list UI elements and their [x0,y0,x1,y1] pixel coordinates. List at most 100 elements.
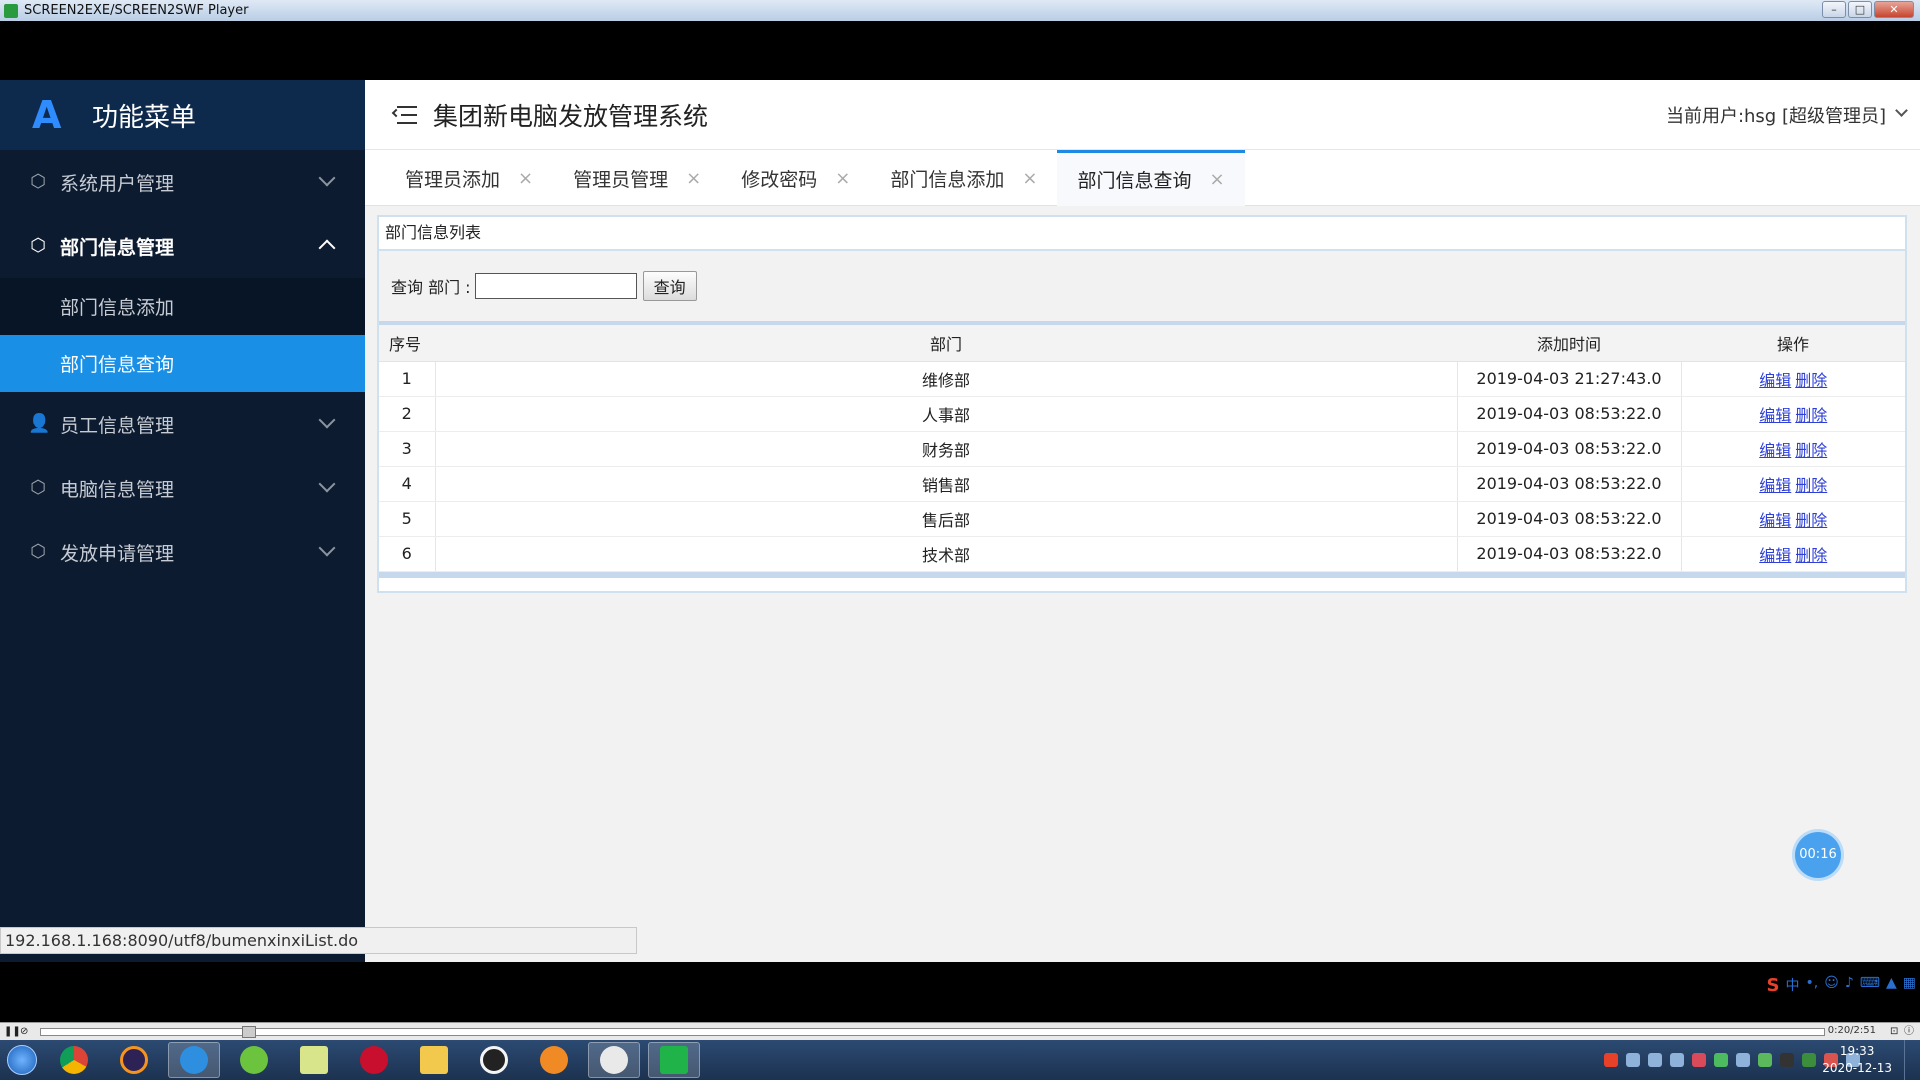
tab-change-password[interactable]: 修改密码 × [721,150,870,206]
tray-battery-icon[interactable] [1802,1053,1816,1067]
tray-qq-icon[interactable] [1780,1053,1794,1067]
player-title: SCREEN2EXE/SCREEN2SWF Player [24,3,249,18]
sidebar-item-label: 部门信息查询 [60,354,175,376]
edit-link[interactable]: 编辑 [1759,441,1791,460]
close-icon[interactable]: × [835,168,850,189]
ime-keyboard-icon[interactable]: ⌨ [1860,975,1880,996]
maximize-button[interactable]: □ [1848,1,1872,18]
speaker-icon [540,1046,568,1074]
taskbar-chrome[interactable] [48,1042,100,1078]
tray-sogou-icon[interactable] [1604,1053,1618,1067]
show-desktop-button[interactable] [1904,1040,1920,1080]
table-row: 6 技术部 2019-04-03 08:53:22.0 编辑 删除 [379,536,1905,572]
status-bar-url: 192.168.1.168:8090/utf8/bumenxinxiList.d… [0,927,637,954]
nav-group-label: 发放申请管理 [60,542,175,565]
tab-department-add[interactable]: 部门信息添加 × [870,150,1057,206]
tab-department-query[interactable]: 部门信息查询 × [1057,150,1245,206]
seek-track[interactable] [40,1028,1825,1036]
menu-toggle-icon[interactable] [391,105,419,125]
department-list-panel: 部门信息列表 查询 部门 : 查询 序号 部门 添加时间 操作 1 维修部 2019… [377,215,1907,593]
ime-mic-icon[interactable]: ♪ [1845,975,1854,996]
tab-admin-add[interactable]: 管理员添加 × [385,150,553,206]
sidebar-item-department-query[interactable]: 部门信息查询 [0,335,365,392]
stop-icon[interactable]: ⊘ [20,1026,32,1038]
close-icon[interactable]: × [1022,168,1037,189]
nav-group-distribution[interactable]: ⬡ 发放申请管理 [0,520,365,584]
flash-icon [360,1046,388,1074]
edit-link[interactable]: 编辑 [1759,546,1791,565]
close-icon[interactable]: × [1209,169,1224,190]
recorder-icon [660,1046,688,1074]
taskbar-flash[interactable] [348,1042,400,1078]
seek-thumb[interactable] [241,1026,256,1038]
panel-title: 部门信息列表 [379,217,1905,251]
player-app-icon [4,3,18,18]
tray-network-icon[interactable] [1626,1053,1640,1067]
tab-admin-manage[interactable]: 管理员管理 × [553,150,721,206]
table-row: 3 财务部 2019-04-03 08:53:22.0 编辑 删除 [379,431,1905,467]
user-icon: 👤 [28,413,51,434]
tray-security-icon[interactable] [1670,1053,1684,1067]
taskbar-notepad[interactable] [288,1042,340,1078]
tray-app-icon[interactable] [1692,1053,1706,1067]
cell-ops: 编辑 删除 [1681,361,1905,397]
department-search-input[interactable] [474,273,637,299]
ime-skin-icon[interactable]: ▲ [1886,975,1897,996]
tray-shield-icon[interactable] [1648,1053,1662,1067]
nav-group-department[interactable]: ⬡ 部门信息管理 [0,214,365,278]
taskbar-green-app[interactable] [228,1042,280,1078]
fullscreen-icon[interactable]: ⊡ [1890,1026,1902,1038]
taskbar-eclipse[interactable] [108,1042,160,1078]
delete-link[interactable]: 删除 [1795,441,1827,460]
clock-time: 19:33 [1839,1044,1875,1058]
close-icon[interactable]: × [686,168,701,189]
nav-group-employees[interactable]: 👤 员工信息管理 [0,392,365,456]
nav-group-system-users[interactable]: ⬡ 系统用户管理 [0,150,365,214]
edit-link[interactable]: 编辑 [1759,406,1791,425]
info-icon[interactable]: ⓘ [1904,1026,1916,1038]
pause-icon[interactable]: ❚❚ [4,1026,21,1038]
tray-sync-icon[interactable] [1758,1053,1772,1067]
recording-timer-badge[interactable]: 00:16 [1795,832,1841,878]
ime-punctuation-icon[interactable]: •, [1806,975,1819,996]
edit-link[interactable]: 编辑 [1759,371,1791,390]
delete-link[interactable]: 删除 [1795,546,1827,565]
current-user[interactable]: 当前用户:hsg [超级管理员] [1666,102,1886,128]
tab-bar: 管理员添加 × 管理员管理 × 修改密码 × 部门信息添加 × 部门信息查询 × [365,150,1920,206]
taskbar-clock[interactable]: 19:33 2020-12-13 [1822,1043,1892,1077]
minimize-button[interactable]: – [1822,1,1846,18]
sidebar-item-department-add[interactable]: 部门信息添加 [0,278,365,335]
chevron-up-icon [318,239,336,257]
ime-toolbar: S 中 •, ☺ ♪ ⌨ ▲ ▦ [1767,975,1916,996]
nav-group-label: 部门信息管理 [60,236,175,259]
nav-group-computers[interactable]: ⬡ 电脑信息管理 [0,456,365,520]
cell-time: 2019-04-03 08:53:22.0 [1456,501,1682,537]
close-icon[interactable]: × [518,168,533,189]
taskbar-explorer[interactable] [408,1042,460,1078]
taskbar-qq[interactable] [468,1042,520,1078]
taskbar-recorder[interactable] [648,1042,700,1078]
tray-wechat-icon[interactable] [1714,1053,1728,1067]
start-button[interactable] [0,1040,44,1080]
qq-penguin-icon [480,1046,508,1074]
delete-link[interactable]: 删除 [1795,511,1827,530]
close-button[interactable]: ✕ [1874,1,1914,18]
tray-arrow-icon[interactable] [1736,1053,1750,1067]
sogou-ime-icon[interactable]: S [1767,975,1780,996]
delete-link[interactable]: 删除 [1795,371,1827,390]
cell-time: 2019-04-03 08:53:22.0 [1456,536,1682,572]
ime-mode[interactable]: 中 [1786,975,1800,996]
delete-link[interactable]: 删除 [1795,406,1827,425]
table-row: 5 售后部 2019-04-03 08:53:22.0 编辑 删除 [379,501,1905,537]
taskbar-audio[interactable] [528,1042,580,1078]
edit-link[interactable]: 编辑 [1759,511,1791,530]
ime-menu-icon[interactable]: ▦ [1903,975,1916,996]
cell-seq: 4 [379,466,436,502]
ime-emoji-icon[interactable]: ☺ [1824,975,1839,996]
taskbar-wechat[interactable] [588,1042,640,1078]
taskbar-browser[interactable] [168,1042,220,1078]
edit-link[interactable]: 编辑 [1759,476,1791,495]
search-button[interactable]: 查询 [642,271,697,301]
delete-link[interactable]: 删除 [1795,476,1827,495]
chevron-down-icon[interactable] [1895,104,1908,117]
